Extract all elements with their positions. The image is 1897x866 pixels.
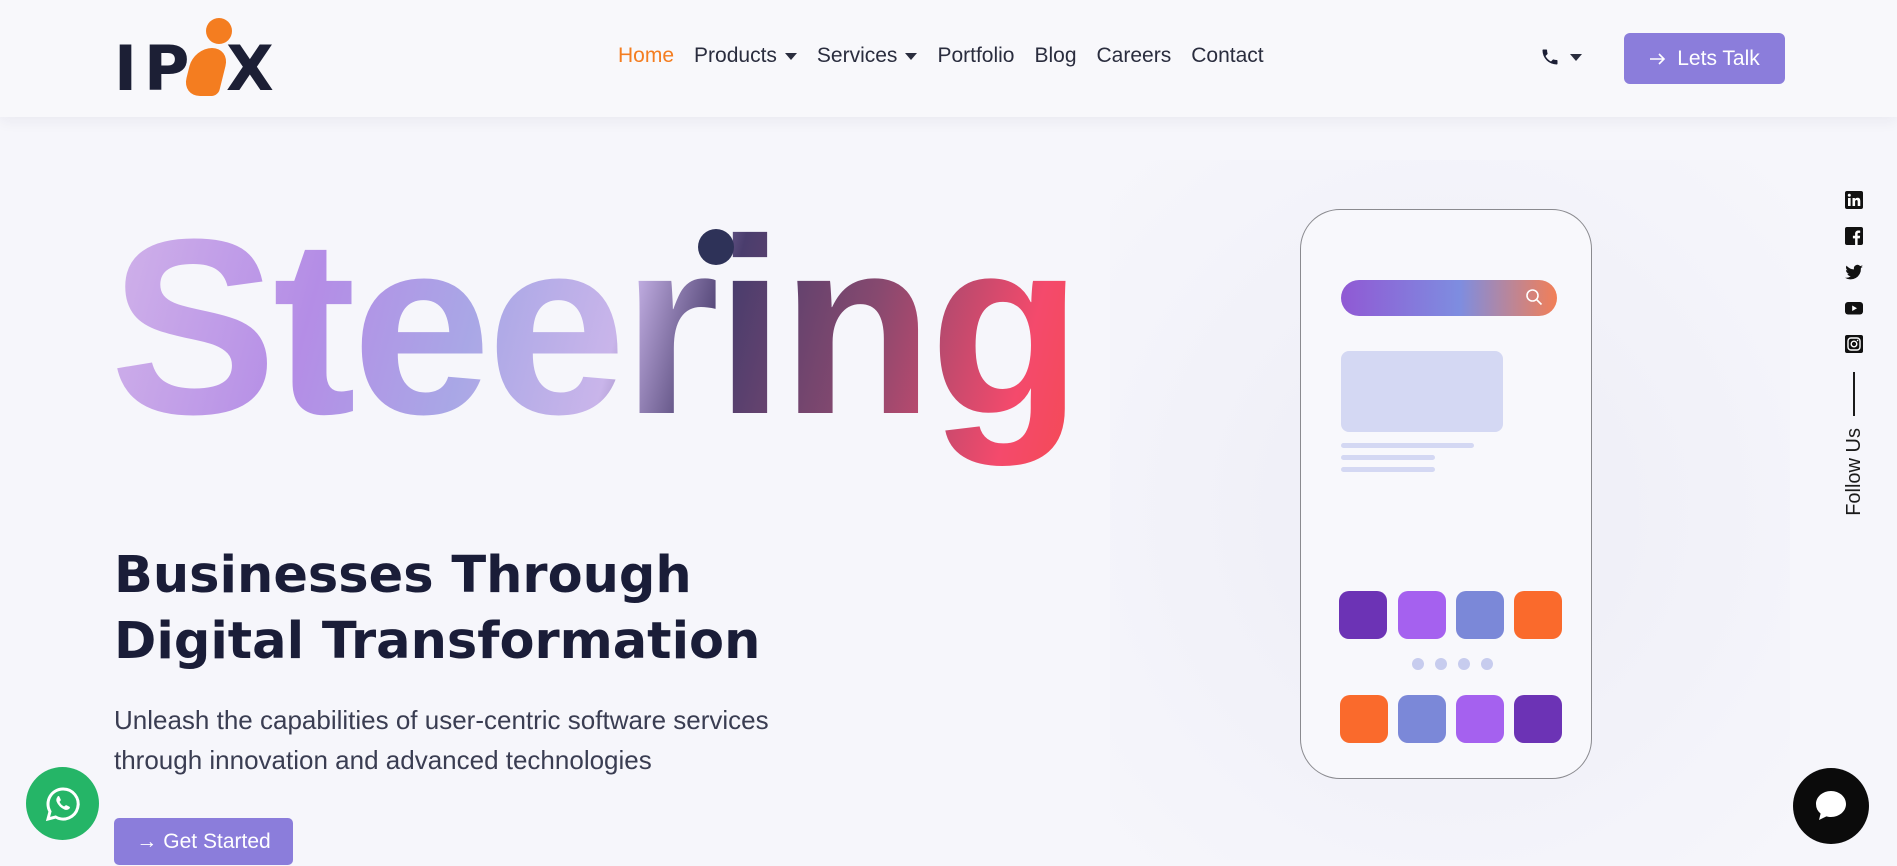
chat-bubble-icon (1816, 791, 1846, 820)
mock-card (1341, 351, 1503, 432)
chat-widget-button[interactable] (1793, 768, 1869, 844)
caret-down-icon (1570, 53, 1582, 61)
whatsapp-button[interactable] (26, 767, 99, 840)
mock-app-icon (1339, 591, 1387, 639)
hero-title: Businesses Through Digital Transformatio… (114, 546, 761, 671)
phone-dropdown[interactable] (1540, 47, 1582, 67)
site-header: I P X Home Products Services Portfolio B… (0, 0, 1897, 117)
mock-app-icon (1398, 695, 1446, 743)
mock-page-dot (1458, 658, 1470, 670)
follow-us-label: Follow Us (1842, 428, 1865, 516)
youtube-icon[interactable] (1844, 298, 1864, 318)
nav-services[interactable]: Services (817, 44, 918, 68)
lets-talk-button[interactable]: Lets Talk (1624, 33, 1785, 84)
hero-big-word: Steering (110, 202, 1082, 472)
main-nav: Home Products Services Portfolio Blog Ca… (618, 44, 1284, 68)
search-icon (1526, 289, 1543, 306)
arrow-right-icon: → (136, 829, 158, 853)
phone-icon (1542, 49, 1558, 65)
nav-portfolio[interactable]: Portfolio (937, 44, 1014, 68)
logo-i-dot (206, 18, 232, 44)
mock-page-dot (1435, 658, 1447, 670)
mock-app-icon (1456, 695, 1504, 743)
logo-i-stem (182, 48, 230, 96)
hero-subtitle: Unleash the capabilities of user-centric… (114, 705, 769, 775)
mock-app-icon (1456, 591, 1504, 639)
nav-careers[interactable]: Careers (1097, 44, 1172, 68)
whatsapp-icon (45, 786, 80, 821)
social-divider (1853, 372, 1855, 416)
facebook-icon[interactable] (1844, 226, 1864, 246)
twitter-icon[interactable] (1844, 262, 1864, 282)
linkedin-icon[interactable] (1844, 190, 1864, 210)
nav-home[interactable]: Home (618, 44, 674, 68)
caret-down-icon (784, 52, 797, 60)
mock-text-line (1341, 467, 1435, 472)
mock-page-dot (1481, 658, 1493, 670)
nav-blog[interactable]: Blog (1034, 44, 1076, 68)
hero-i-dot (698, 229, 734, 265)
mock-app-icon (1398, 591, 1446, 639)
ipix-logo[interactable]: I P X (114, 18, 276, 100)
mock-app-icon (1514, 591, 1562, 639)
instagram-icon[interactable] (1844, 334, 1864, 354)
mock-search-bar (1341, 280, 1557, 316)
mock-app-icon (1514, 695, 1562, 743)
mock-text-line (1341, 455, 1435, 460)
nav-products[interactable]: Products (694, 44, 797, 68)
arrow-right-icon (1650, 52, 1666, 65)
mock-app-icon (1340, 695, 1388, 743)
mock-page-dot (1412, 658, 1424, 670)
caret-down-icon (905, 52, 918, 60)
mock-text-line (1341, 443, 1474, 448)
get-started-button[interactable]: → Get Started (114, 818, 293, 865)
social-sidebar: Follow Us (1843, 190, 1865, 516)
phone-mockup-illustration (1300, 209, 1592, 779)
nav-contact[interactable]: Contact (1191, 44, 1263, 68)
